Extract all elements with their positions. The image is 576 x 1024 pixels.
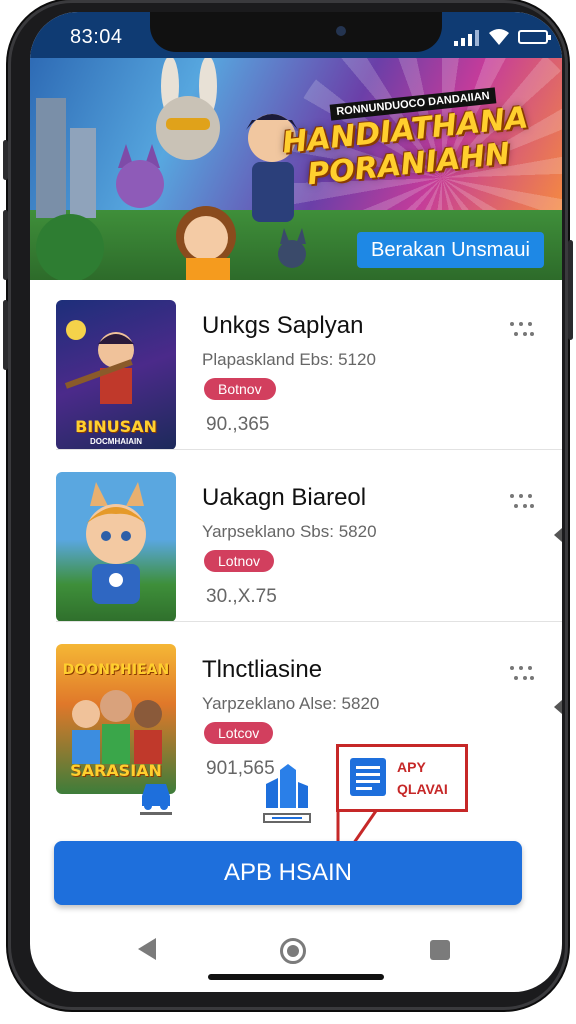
home-icon[interactable] xyxy=(280,938,306,964)
document-icon xyxy=(350,758,386,796)
wifi-icon xyxy=(489,29,509,45)
game-price: 30.,X.75 xyxy=(206,586,277,607)
tab-bar xyxy=(30,764,562,836)
game-thumbnail xyxy=(56,472,176,622)
recent-apps-icon[interactable] xyxy=(430,940,450,960)
game-subtitle: Yarpseklano Sbs: 5820 xyxy=(202,522,377,541)
game-subtitle: Plapaskland Ebs: 5120 xyxy=(202,350,376,369)
camera-icon xyxy=(336,26,346,36)
divider xyxy=(56,621,562,622)
scroll-handle-icon[interactable] xyxy=(554,528,562,542)
status-bar: 83:04 xyxy=(30,12,562,58)
list-item[interactable]: Uakagn Biareol Yarpseklano Sbs: 5820 Lot… xyxy=(30,452,562,622)
primary-action-button[interactable]: APB HSAIN xyxy=(54,841,522,905)
game-subtitle: Yarpzeklano Alse: 5820 xyxy=(202,694,380,713)
thumbnail-caption: BINUSAN xyxy=(75,417,157,436)
game-thumbnail: BINUSAN DOCMHAIAIN xyxy=(56,300,176,450)
side-button-left-2 xyxy=(3,210,8,280)
signal-icon xyxy=(454,30,479,46)
side-button-left-1 xyxy=(3,140,8,180)
status-time: 83:04 xyxy=(70,26,123,48)
car-icon[interactable] xyxy=(136,776,176,816)
thumbnail-subcaption: DOONPHIEAN xyxy=(62,662,170,678)
battery-icon xyxy=(518,30,551,44)
banner-cta-button[interactable]: Berakan Unsmaui xyxy=(357,232,544,268)
status-badge: Lotcov xyxy=(204,722,274,744)
more-icon[interactable] xyxy=(508,664,534,684)
game-price: 90.,365 xyxy=(206,414,270,435)
game-title: Unkgs Saplyan xyxy=(202,312,364,339)
game-title: Tlnctliasine xyxy=(202,656,323,683)
list-item[interactable]: BINUSAN DOCMHAIAIN Unkgs Saplyan Plapask… xyxy=(30,280,562,450)
system-nav-bar xyxy=(30,918,562,992)
phone-frame: 83:04 RONNUNDUOCO DANDAIIAN HANDIATHANA … xyxy=(3,0,573,1010)
phone-screen: 83:04 RONNUNDUOCO DANDAIIAN HANDIATHANA … xyxy=(30,12,562,992)
back-icon[interactable] xyxy=(138,938,158,960)
promo-banner[interactable]: RONNUNDUOCO DANDAIIAN HANDIATHANA PORANI… xyxy=(30,58,562,280)
city-icon[interactable] xyxy=(262,764,312,824)
scroll-handle-icon[interactable] xyxy=(554,700,562,714)
tooltip-line-2: QLAVAI xyxy=(397,781,448,797)
divider xyxy=(56,449,562,450)
status-badge: Lotnov xyxy=(204,550,275,572)
tooltip-callout: APY QLAVAI xyxy=(336,744,468,812)
home-indicator[interactable] xyxy=(208,974,384,980)
more-icon[interactable] xyxy=(508,320,534,340)
game-title: Uakagn Biareol xyxy=(202,484,367,511)
tooltip-line-1: APY xyxy=(397,759,426,775)
thumbnail-art xyxy=(86,482,146,604)
more-icon[interactable] xyxy=(508,492,534,512)
notch xyxy=(150,12,442,52)
thumbnail-subcaption: DOCMHAIAIN xyxy=(90,437,142,446)
side-button-right xyxy=(568,240,573,340)
side-button-left-3 xyxy=(3,300,8,370)
status-badge: Botnov xyxy=(204,378,276,400)
